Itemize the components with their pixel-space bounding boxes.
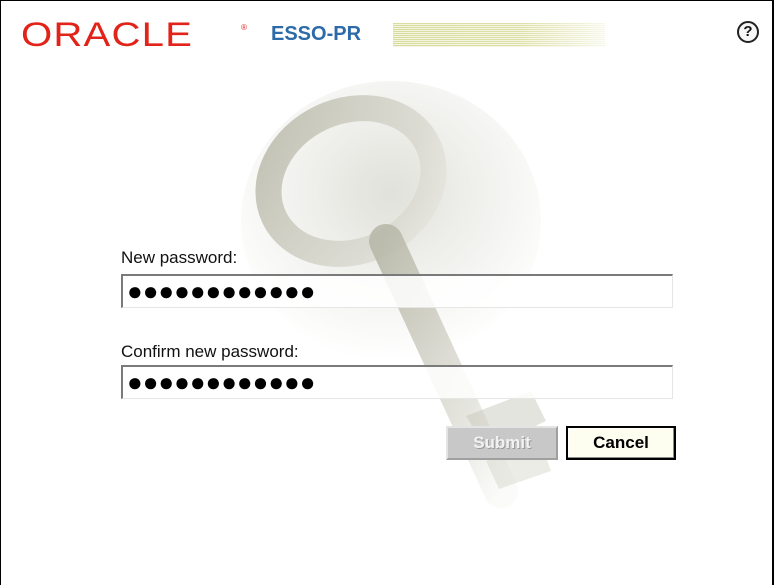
- registered-mark: ®: [241, 23, 247, 32]
- product-name: ESSO-PR: [271, 23, 362, 45]
- confirm-password-label: Confirm new password:: [121, 342, 299, 361]
- header-stripes-decoration: [393, 23, 605, 47]
- oracle-logo-text: ORACLE: [21, 16, 194, 54]
- new-password-label: New password:: [121, 248, 238, 267]
- cancel-button[interactable]: Cancel: [566, 426, 676, 460]
- header: ORACLE ® ESSO-PR ?: [1, 1, 772, 61]
- confirm-password-field[interactable]: ●●●●●●●●●●●●: [121, 365, 673, 399]
- submit-button[interactable]: Submit: [446, 426, 558, 460]
- esso-pr-window: ORACLE ® ESSO-PR ? New password: ●●●●●●●…: [0, 0, 774, 585]
- new-password-field[interactable]: ●●●●●●●●●●●●: [121, 274, 673, 308]
- help-icon[interactable]: ?: [737, 21, 759, 43]
